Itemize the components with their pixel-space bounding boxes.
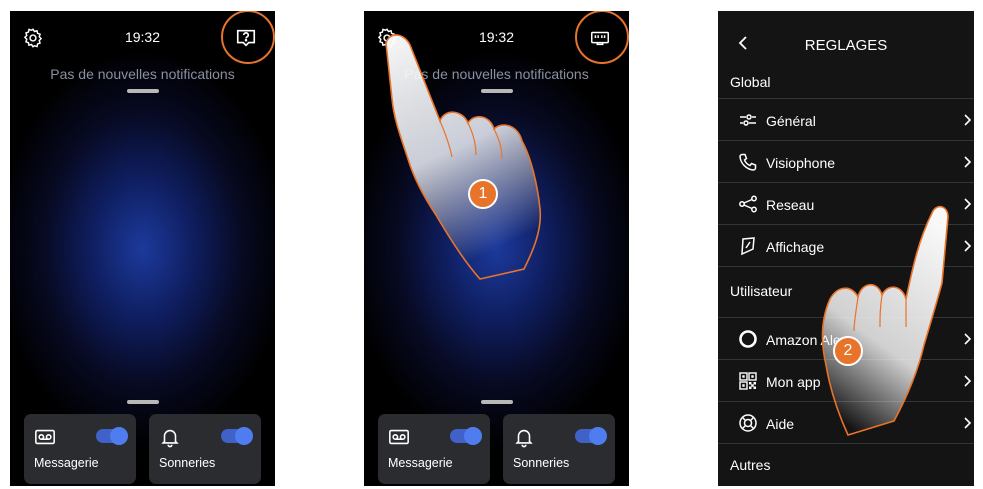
- home-screen-2: 19:32 Pas de nouvelles notifications Mes…: [364, 11, 629, 486]
- voicemail-toggle[interactable]: [450, 427, 482, 445]
- phone-icon: [739, 153, 757, 171]
- section-global: Global: [730, 74, 771, 90]
- settings-row-general[interactable]: Général: [718, 98, 974, 140]
- notification-text: Pas de nouvelles notifications: [50, 66, 235, 82]
- ringtone-label: Sonneries: [513, 456, 570, 470]
- settings-row-label: Visiophone: [766, 155, 836, 171]
- bottom-drag-handle[interactable]: [126, 400, 159, 404]
- step-badge-1: 1: [468, 179, 498, 209]
- pointing-hand-illustration: [385, 34, 542, 280]
- toggle-knob: [110, 427, 128, 445]
- bell-icon: [515, 429, 533, 448]
- voicemail-toggle[interactable]: [96, 427, 128, 445]
- settings-row-label: Général: [766, 113, 816, 129]
- ringtone-tile[interactable]: Sonneries: [149, 414, 261, 484]
- section-other: Autres: [730, 457, 771, 473]
- ringtone-toggle[interactable]: [221, 427, 253, 445]
- toggle-knob: [464, 427, 482, 445]
- settings-screen: REGLAGES Global Général Visiophone Resea…: [718, 11, 974, 486]
- ringtone-tile[interactable]: Sonneries: [503, 414, 615, 484]
- toggle-knob: [589, 427, 607, 445]
- chevron-right-icon: [964, 156, 972, 168]
- settings-title: REGLAGES: [804, 37, 888, 54]
- settings-row-visiophone[interactable]: Visiophone: [718, 140, 974, 182]
- step-badge-2: 2: [833, 336, 863, 366]
- ringtone-label: Sonneries: [159, 456, 216, 470]
- settings-row-label: Aide: [766, 416, 795, 432]
- bell-icon: [161, 429, 179, 448]
- qr-code-icon: [739, 372, 757, 390]
- voicemail-icon: [389, 429, 409, 445]
- settings-header: REGLAGES: [718, 11, 974, 71]
- help-highlight-circle: [221, 11, 275, 64]
- voicemail-label: Messagerie: [388, 456, 453, 470]
- sliders-icon: [740, 114, 756, 126]
- bottom-drag-handle[interactable]: [480, 400, 513, 404]
- voicemail-tile[interactable]: Messagerie: [24, 414, 136, 484]
- share-icon: [739, 195, 757, 213]
- toggle-knob: [235, 427, 253, 445]
- voicemail-tile[interactable]: Messagerie: [378, 414, 490, 484]
- top-drag-handle[interactable]: [126, 89, 159, 93]
- voicemail-label: Messagerie: [34, 456, 99, 470]
- pointing-hand-illustration: [821, 205, 949, 436]
- ringtone-toggle[interactable]: [575, 427, 607, 445]
- voicemail-icon: [35, 429, 55, 445]
- section-user: Utilisateur: [730, 283, 793, 299]
- home-screen-1: 19:32 Pas de nouvelles notifications Mes…: [10, 11, 275, 486]
- display-icon: [741, 237, 755, 256]
- chevron-right-icon: [964, 114, 972, 126]
- lifebuoy-icon: [739, 414, 757, 432]
- alexa-icon: [739, 330, 757, 348]
- network-highlight-circle: [575, 11, 629, 64]
